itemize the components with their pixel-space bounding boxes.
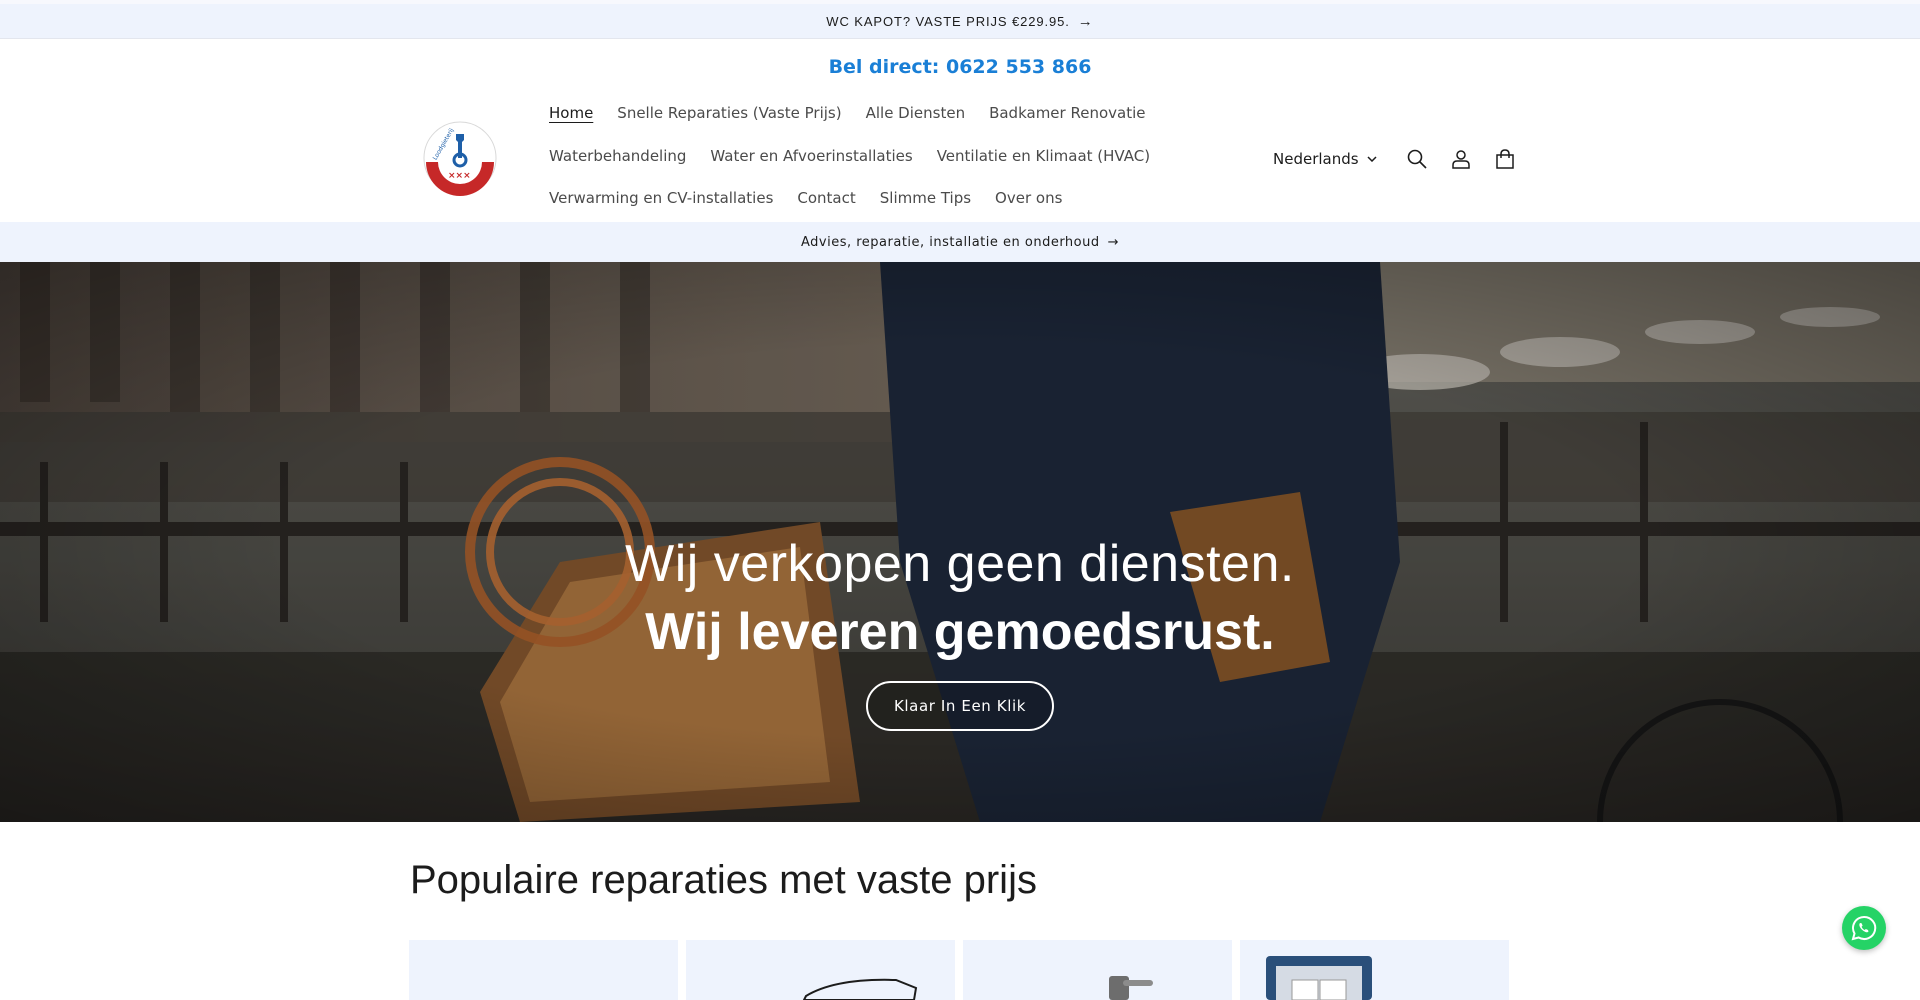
nav-item-badkamer-renovatie[interactable]: Badkamer Renovatie bbox=[989, 104, 1145, 122]
announcement-bar-top[interactable]: WC KAPOT? VASTE PRIJS €229.95. → bbox=[0, 0, 1920, 39]
cart-icon bbox=[1495, 149, 1514, 169]
nav-item-verwarming[interactable]: Verwarming en CV-installaties bbox=[549, 189, 773, 207]
search-button[interactable] bbox=[1395, 146, 1439, 172]
product-image bbox=[802, 978, 918, 1000]
hero-heading-line-2: Wij leveren gemoedsrust. bbox=[645, 603, 1275, 661]
site-logo[interactable]: ××× Loodgieterij bbox=[422, 120, 498, 196]
product-image bbox=[1266, 956, 1372, 1000]
nav-item-alle-diensten[interactable]: Alle Diensten bbox=[866, 104, 965, 122]
announcement-text-secondary: Advies, reparatie, installatie en onderh… bbox=[800, 234, 1100, 250]
hero-banner: Wij verkopen geen diensten. Wij leveren … bbox=[0, 262, 1920, 822]
nav-item-ventilatie-hvac[interactable]: Ventilatie en Klimaat (HVAC) bbox=[937, 147, 1150, 165]
nav-item-water-afvoer[interactable]: Water en Afvoerinstallaties bbox=[710, 147, 912, 165]
search-icon bbox=[1407, 149, 1427, 169]
product-card-list bbox=[409, 940, 1509, 1000]
nav-item-waterbehandeling[interactable]: Waterbehandeling bbox=[549, 147, 686, 165]
chevron-down-icon bbox=[1367, 156, 1377, 162]
nav-item-slimme-tips[interactable]: Slimme Tips bbox=[880, 189, 971, 207]
section-title: Populaire reparaties met vaste prijs bbox=[410, 858, 1037, 902]
product-card[interactable] bbox=[686, 940, 955, 1000]
nav-item-over-ons[interactable]: Over ons bbox=[995, 189, 1062, 207]
account-button[interactable] bbox=[1439, 146, 1483, 172]
product-image bbox=[1109, 976, 1153, 1000]
nav-item-snelle-reparaties[interactable]: Snelle Reparaties (Vaste Prijs) bbox=[617, 104, 841, 122]
svg-text:×××: ××× bbox=[448, 171, 471, 181]
whatsapp-button[interactable] bbox=[1842, 906, 1886, 950]
hero-heading: Wij verkopen geen diensten. Wij leveren … bbox=[0, 530, 1920, 666]
cart-button[interactable] bbox=[1483, 146, 1527, 172]
user-icon bbox=[1451, 150, 1470, 169]
nav-row-1: Home Snelle Reparaties (Vaste Prijs) All… bbox=[549, 104, 1145, 122]
nav-item-contact[interactable]: Contact bbox=[797, 189, 855, 207]
product-card[interactable] bbox=[409, 940, 678, 1000]
logo-emblem-icon: ××× Loodgieterij bbox=[423, 121, 497, 196]
nav-row-2: Waterbehandeling Water en Afvoerinstalla… bbox=[549, 147, 1150, 165]
nav-row-3: Verwarming en CV-installaties Contact Sl… bbox=[549, 189, 1062, 207]
language-label: Nederlands bbox=[1273, 150, 1359, 168]
arrow-right-icon: → bbox=[1107, 234, 1120, 250]
language-selector[interactable]: Nederlands bbox=[1273, 150, 1377, 168]
hero-cta-button[interactable]: Klaar In Een Klik bbox=[866, 681, 1054, 731]
announcement-bar-bottom[interactable]: Advies, reparatie, installatie en onderh… bbox=[0, 222, 1920, 262]
announcement-text: WC KAPOT? VASTE PRIJS €229.95. bbox=[826, 13, 1070, 29]
arrow-right-icon: → bbox=[1077, 12, 1094, 30]
product-card[interactable] bbox=[1240, 940, 1509, 1000]
nav-item-home[interactable]: Home bbox=[549, 104, 593, 122]
header-tools: Nederlands bbox=[1273, 146, 1527, 172]
whatsapp-icon bbox=[1851, 915, 1877, 941]
phone-link[interactable]: Bel direct: 0622 553 866 bbox=[0, 56, 1920, 78]
hero-heading-line-1: Wij verkopen geen diensten. bbox=[625, 535, 1295, 593]
product-card[interactable] bbox=[963, 940, 1232, 1000]
